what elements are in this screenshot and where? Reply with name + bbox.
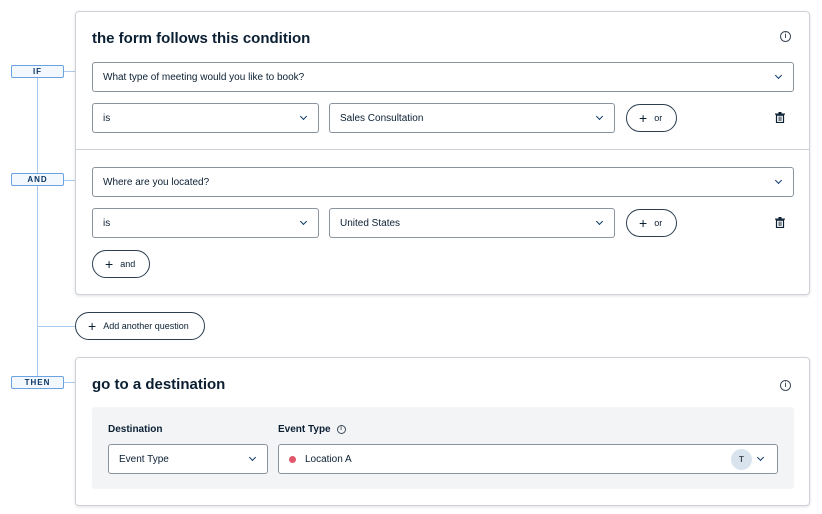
add-or-label-1: or	[654, 113, 663, 123]
add-another-question-button[interactable]: + Add another question	[75, 312, 205, 340]
chevron-down-icon	[774, 71, 783, 80]
chevron-down-icon	[248, 453, 257, 462]
destination-select[interactable]: Event Type	[108, 444, 268, 474]
destination-select-value: Event Type	[119, 453, 169, 465]
add-and-button[interactable]: + and	[92, 250, 150, 278]
if-tag: IF	[11, 65, 64, 78]
condition-card: the form follows this condition i What t…	[75, 11, 810, 295]
connector-line	[37, 78, 38, 378]
destination-panel: Destination Event Type Event Type i Loca…	[92, 407, 794, 489]
chevron-down-icon	[299, 112, 308, 121]
destination-card: go to a destination i Destination Event …	[75, 357, 810, 506]
value-select-2[interactable]: United States	[329, 208, 615, 238]
and-tag: AND	[11, 173, 64, 186]
operator-select-2[interactable]: is	[92, 208, 319, 238]
question-select-1-value: What type of meeting would you like to b…	[103, 71, 305, 83]
event-type-field-label: Event Type i	[278, 424, 346, 435]
info-icon[interactable]: i	[780, 380, 791, 391]
plus-icon: +	[639, 215, 648, 231]
avatar: T	[731, 449, 752, 470]
question-select-2-value: Where are you located?	[103, 176, 210, 188]
info-icon[interactable]: i	[336, 425, 346, 434]
trash-icon[interactable]	[775, 217, 785, 228]
condition-card-title: the form follows this condition	[92, 30, 311, 47]
add-or-button-1[interactable]: + or	[626, 104, 677, 132]
event-type-select[interactable]: Location A T	[278, 444, 778, 474]
question-select-2[interactable]: Where are you located?	[92, 167, 794, 197]
operator-select-1[interactable]: is	[92, 103, 319, 133]
add-another-question-label: Add another question	[103, 321, 189, 331]
plus-icon: +	[88, 318, 97, 334]
value-select-1[interactable]: Sales Consultation	[329, 103, 615, 133]
add-or-button-2[interactable]: + or	[626, 209, 677, 237]
plus-icon: +	[639, 110, 648, 126]
location-color-dot	[289, 455, 296, 463]
chevron-down-icon	[756, 453, 765, 462]
add-or-label-2: or	[654, 218, 663, 228]
chevron-down-icon	[774, 176, 783, 185]
event-type-select-value: Location A	[305, 453, 352, 465]
operator-select-2-value: is	[103, 217, 111, 229]
plus-icon: +	[105, 256, 114, 272]
destination-card-title: go to a destination	[92, 376, 226, 393]
chevron-down-icon	[299, 217, 308, 226]
add-and-label: and	[120, 259, 136, 269]
trash-icon[interactable]	[775, 112, 785, 123]
info-icon[interactable]: i	[780, 31, 791, 42]
destination-label: Destination	[108, 424, 163, 435]
then-tag: THEN	[11, 376, 64, 389]
connector-add-question	[38, 326, 75, 327]
event-type-label: Event Type	[278, 424, 331, 435]
chevron-down-icon	[595, 217, 604, 226]
chevron-down-icon	[595, 112, 604, 121]
question-select-1[interactable]: What type of meeting would you like to b…	[92, 62, 794, 92]
rule-divider	[76, 149, 809, 150]
value-select-2-value: United States	[340, 217, 401, 229]
value-select-1-value: Sales Consultation	[340, 112, 424, 124]
connector-then	[64, 382, 75, 383]
operator-select-1-value: is	[103, 112, 111, 124]
